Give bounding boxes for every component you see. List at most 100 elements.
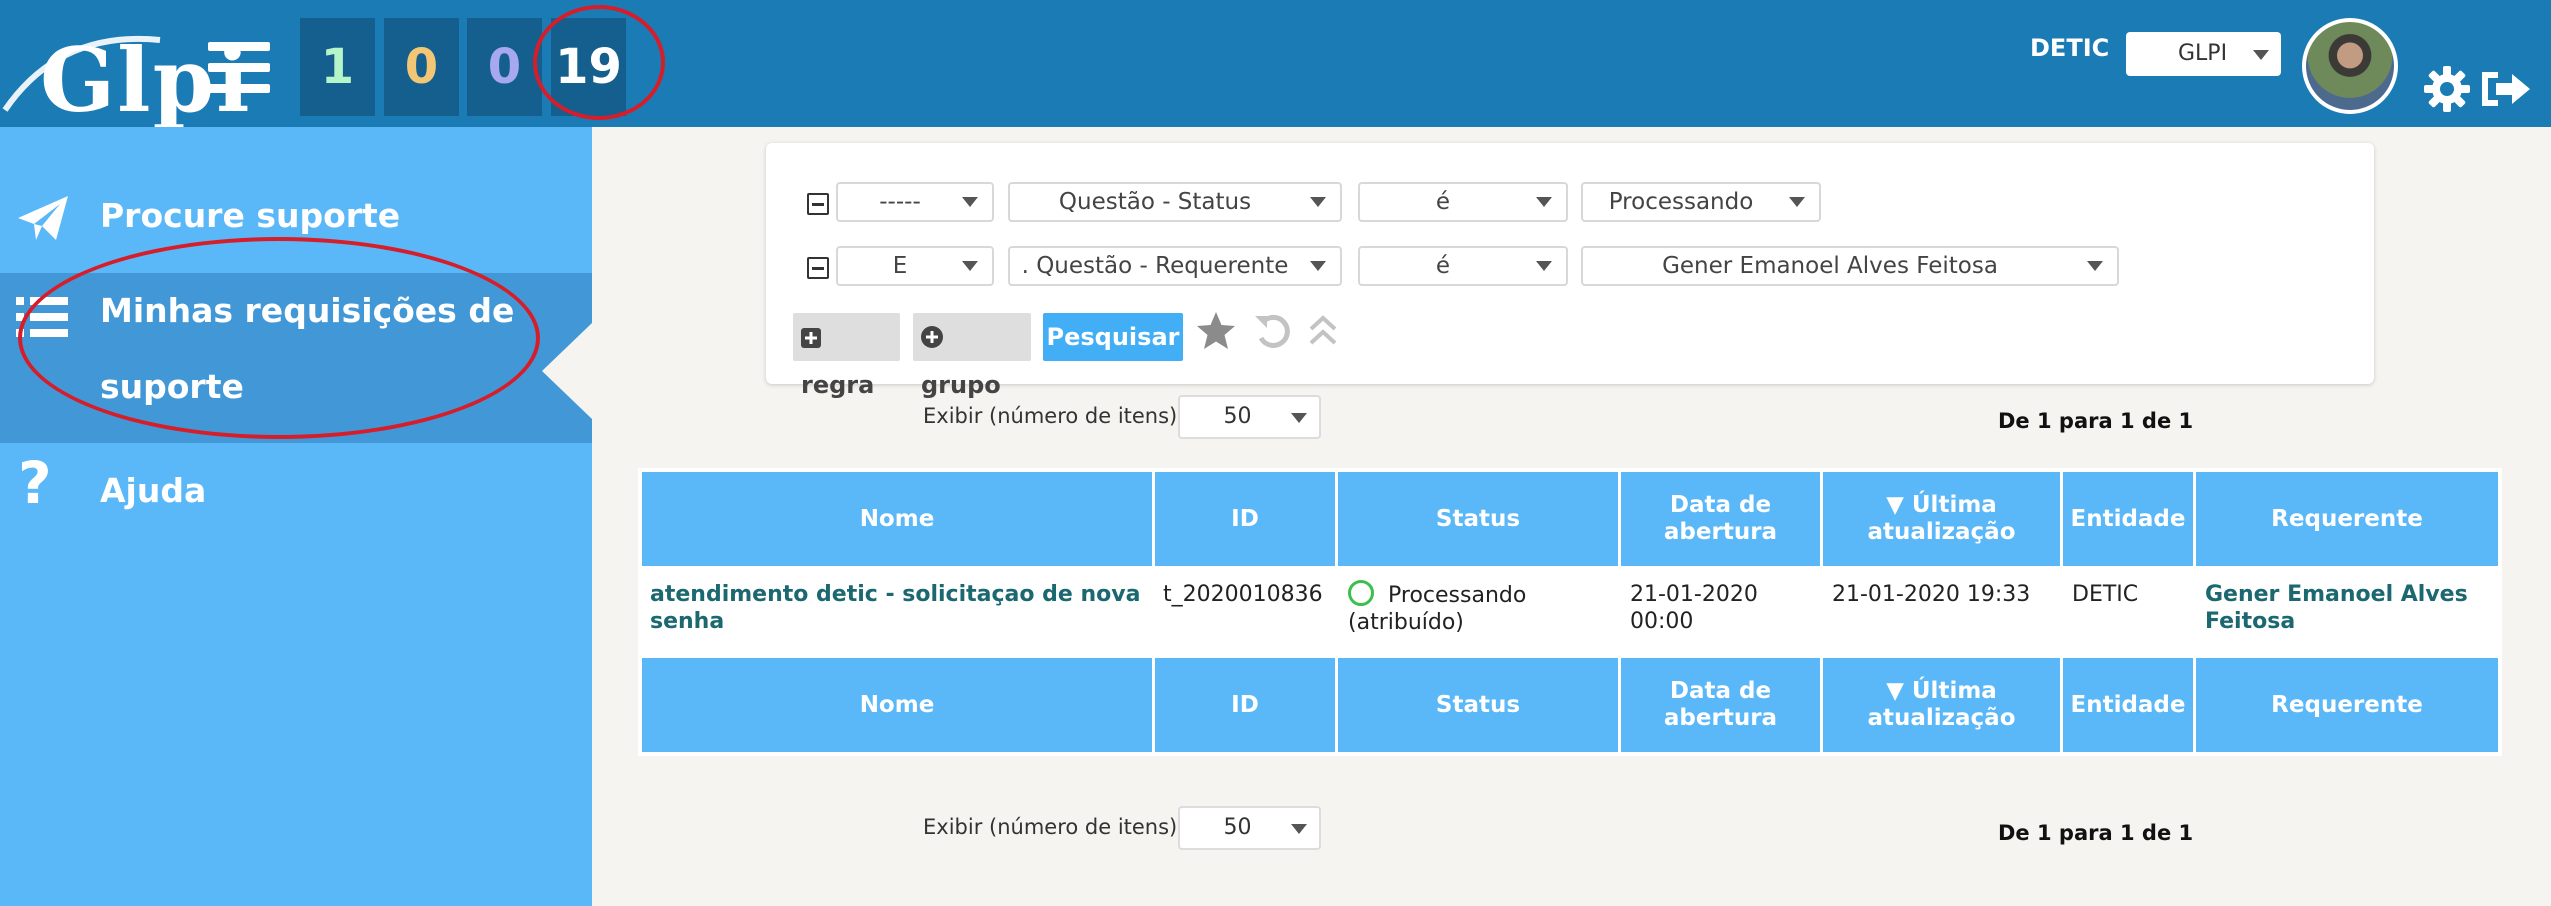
sidebar: Procure suporte Minhas requisições de su…	[0, 127, 592, 906]
criterion-operator-select[interactable]: é	[1358, 182, 1568, 222]
column-footer-data-abertura[interactable]: Data de abertura	[1621, 658, 1820, 752]
criterion-link-select[interactable]: E	[836, 246, 994, 286]
ticket-counter-new[interactable]: 1	[300, 18, 375, 116]
criterion-value-select[interactable]: Gener Emanoel Alves Feitosa	[1581, 246, 2119, 286]
collapse-icon[interactable]	[1306, 311, 1340, 351]
column-header-id[interactable]: ID	[1155, 472, 1335, 566]
chevron-down-icon	[2087, 261, 2103, 271]
hamburger-menu-icon[interactable]	[208, 42, 270, 94]
sidebar-item-minhas-requisicoes[interactable]: Minhas requisições de suporte	[0, 273, 592, 443]
add-rule-label: regra	[801, 371, 875, 399]
entity-select-value: GLPI	[2178, 41, 2228, 66]
column-header-data-abertura[interactable]: Data de abertura	[1621, 472, 1820, 566]
chevron-down-icon	[1789, 197, 1805, 207]
chevron-down-icon	[1310, 197, 1326, 207]
column-header-nome[interactable]: Nome	[642, 472, 1152, 566]
star-icon[interactable]	[1194, 309, 1238, 353]
pagination-info: De 1 para 1 de 1	[1998, 821, 2193, 845]
column-footer-id[interactable]: ID	[1155, 658, 1335, 752]
criterion-field-select[interactable]: Questão - Status	[1008, 182, 1342, 222]
column-header-entidade[interactable]: Entidade	[2063, 472, 2193, 566]
ticket-counter-processing[interactable]: 0	[384, 18, 459, 116]
criterion-field-value: . Questão - Requerente	[1021, 253, 1289, 279]
search-button[interactable]: Pesquisar	[1043, 313, 1183, 361]
column-header-requerente[interactable]: Requerente	[2196, 472, 2498, 566]
page-size-select[interactable]: 50	[1178, 806, 1321, 850]
user-avatar[interactable]	[2302, 18, 2398, 114]
criterion-link-value: E	[892, 253, 908, 279]
pagination-to: 1	[2119, 409, 2135, 433]
entity-label: DETIC	[2030, 34, 2110, 62]
criterion-operator-select[interactable]: é	[1358, 246, 1568, 286]
ticket-last-update: 21-01-2020 19:33	[1832, 582, 2031, 607]
criterion-value-select[interactable]: Processando	[1581, 182, 1821, 222]
sidebar-item-label: Minhas requisições de suporte	[100, 291, 515, 406]
page-size-value: 50	[1223, 404, 1252, 429]
ticket-requester-link[interactable]: Gener Emanoel Alves Feitosa	[2205, 581, 2495, 635]
ticket-name-link[interactable]: atendimento detic - solicitaçao de nova …	[650, 581, 1150, 635]
criterion-value-value: Processando	[1608, 189, 1754, 215]
pagination-from: 1	[2037, 821, 2052, 845]
criterion-link-value: -----	[879, 189, 921, 215]
tickets-table: Nome ID Status Data de abertura ▼ Última…	[638, 468, 2502, 756]
ticket-id: t_2020010836	[1163, 582, 1323, 607]
column-footer-requerente[interactable]: Requerente	[2196, 658, 2498, 752]
remove-criterion-icon[interactable]	[807, 193, 829, 215]
criterion-operator-value: é	[1435, 253, 1451, 279]
chevron-down-icon	[1291, 413, 1307, 423]
chevron-down-icon	[962, 261, 978, 271]
chevron-down-icon	[1536, 261, 1552, 271]
pagination-total: 1	[2178, 409, 2194, 433]
sidebar-item-ajuda[interactable]: ? Ajuda	[0, 449, 592, 527]
page-size-select[interactable]: 50	[1178, 395, 1321, 439]
pagination-total: 1	[2178, 821, 2194, 845]
chevron-down-icon	[1310, 261, 1326, 271]
ticket-counter-pending[interactable]: 0	[467, 18, 542, 116]
page-size-label: Exibir (número de itens)	[923, 404, 1178, 428]
question-icon: ?	[18, 449, 52, 517]
search-criteria-panel: ----- Questão - Status é Processando E .…	[766, 143, 2374, 399]
add-rule-button[interactable]: regra	[793, 313, 900, 399]
add-group-label: grupo	[921, 371, 1001, 399]
top-header: Glpi 1 0 0 19 DETIC GLPI	[0, 0, 2551, 132]
criterion-value-value: Gener Emanoel Alves Feitosa	[1662, 253, 1998, 279]
column-header-status[interactable]: Status	[1338, 472, 1618, 566]
pagination-text: de	[2134, 409, 2179, 433]
pagination-from: 1	[2037, 409, 2052, 433]
criterion-field-select[interactable]: . Questão - Requerente	[1008, 246, 1342, 286]
ticket-counter-total[interactable]: 19	[551, 18, 626, 116]
entity-select[interactable]: GLPI	[2126, 32, 2281, 76]
add-group-button[interactable]: grupo	[913, 313, 1031, 399]
page-size-label: Exibir (número de itens)	[923, 815, 1178, 839]
glpi-logo[interactable]: Glpi	[0, 10, 250, 132]
chevron-down-icon	[962, 197, 978, 207]
sidebar-item-label: Ajuda	[100, 471, 207, 510]
sidebar-item-procure-suporte[interactable]: Procure suporte	[0, 182, 592, 252]
chevron-down-icon	[1536, 197, 1552, 207]
ticket-status: Processando (atribuído)	[1348, 580, 1608, 636]
reset-icon[interactable]	[1251, 310, 1295, 354]
criterion-link-select[interactable]: -----	[836, 182, 994, 222]
gear-icon[interactable]	[2422, 64, 2472, 114]
pagination-text: para	[2051, 821, 2120, 845]
criterion-field-value: Questão - Status	[1058, 189, 1252, 215]
sidebar-item-label: Procure suporte	[100, 196, 401, 235]
status-circle-icon	[1348, 580, 1374, 606]
criterion-operator-value: é	[1435, 189, 1451, 215]
paper-plane-icon	[18, 196, 68, 240]
column-footer-status[interactable]: Status	[1338, 658, 1618, 752]
pagination-to: 1	[2119, 821, 2135, 845]
column-footer-nome[interactable]: Nome	[642, 658, 1152, 752]
pagination-text: De	[1998, 409, 2037, 433]
ticket-entity: DETIC	[2072, 582, 2139, 607]
active-indicator	[542, 323, 592, 419]
chevron-down-icon	[1291, 824, 1307, 834]
column-header-ultima-atualizacao[interactable]: ▼ Última atualização	[1823, 472, 2060, 566]
column-footer-entidade[interactable]: Entidade	[2063, 658, 2193, 752]
pagination-text: para	[2051, 409, 2120, 433]
plus-square-icon	[801, 328, 821, 348]
column-footer-ultima-atualizacao[interactable]: ▼ Última atualização	[1823, 658, 2060, 752]
list-icon	[16, 297, 68, 337]
logout-icon[interactable]	[2478, 66, 2532, 112]
remove-criterion-icon[interactable]	[807, 257, 829, 279]
